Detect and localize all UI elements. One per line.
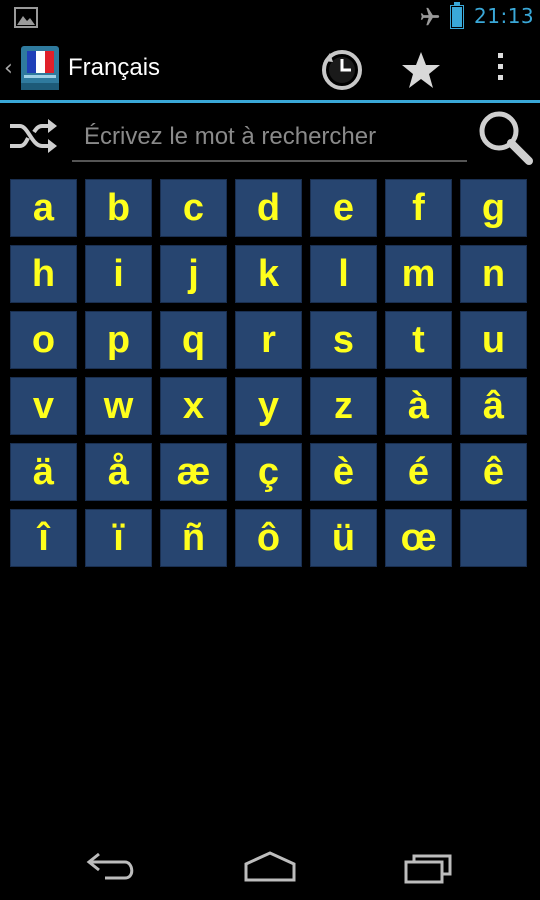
history-icon[interactable] — [321, 49, 363, 91]
gallery-notification-icon — [14, 7, 38, 28]
letter-key[interactable]: æ — [160, 443, 227, 501]
action-bar: ‹ Français — [0, 36, 540, 100]
letter-key[interactable]: é — [385, 443, 452, 501]
letter-key[interactable]: î — [10, 509, 77, 567]
letter-key[interactable]: d — [235, 179, 302, 237]
letter-key[interactable]: ê — [460, 443, 527, 501]
letter-key[interactable]: n — [460, 245, 527, 303]
letter-key[interactable]: f — [385, 179, 452, 237]
letter-key[interactable]: ñ — [160, 509, 227, 567]
letter-key[interactable]: œ — [385, 509, 452, 567]
letter-key[interactable]: ü — [310, 509, 377, 567]
letter-key[interactable]: v — [10, 377, 77, 435]
search-input[interactable] — [72, 114, 467, 160]
letter-key[interactable]: u — [460, 311, 527, 369]
letter-key[interactable]: z — [310, 377, 377, 435]
recent-apps-icon[interactable] — [402, 850, 458, 884]
letter-key[interactable]: ä — [10, 443, 77, 501]
action-bar-divider — [0, 100, 540, 103]
overflow-menu-icon[interactable] — [494, 53, 506, 85]
letter-key[interactable]: e — [310, 179, 377, 237]
letter-key[interactable]: r — [235, 311, 302, 369]
letter-key[interactable]: c — [160, 179, 227, 237]
battery-icon — [450, 2, 464, 29]
letter-key[interactable]: x — [160, 377, 227, 435]
letter-key[interactable]: w — [85, 377, 152, 435]
back-icon[interactable] — [85, 850, 141, 882]
french-dictionary-icon[interactable] — [20, 45, 60, 91]
letter-grid: abcdefg hijklmn opqrstu vwxyzàâ äåæçèéê îïñôü… — [10, 179, 531, 567]
app-title: Français — [68, 54, 161, 81]
letter-key[interactable]: h — [10, 245, 77, 303]
search-field[interactable] — [72, 114, 467, 162]
status-time: 21:13 — [474, 4, 535, 28]
up-navigation-icon[interactable]: ‹ — [4, 56, 13, 81]
letter-key[interactable]: i — [85, 245, 152, 303]
star-icon[interactable] — [401, 50, 441, 90]
letter-key[interactable]: å — [85, 443, 152, 501]
letter-key[interactable]: k — [235, 245, 302, 303]
letter-key[interactable]: s — [310, 311, 377, 369]
letter-key[interactable]: è — [310, 443, 377, 501]
status-bar: 21:13 — [0, 0, 540, 36]
navigation-bar — [0, 828, 540, 900]
letter-key[interactable]: j — [160, 245, 227, 303]
letter-key[interactable]: a — [10, 179, 77, 237]
search-icon[interactable] — [476, 108, 534, 166]
letter-key[interactable]: q — [160, 311, 227, 369]
letter-key[interactable]: ï — [85, 509, 152, 567]
letter-key[interactable]: â — [460, 377, 527, 435]
home-icon[interactable] — [242, 850, 298, 884]
letter-key[interactable]: t — [385, 311, 452, 369]
shuffle-icon[interactable] — [8, 116, 58, 156]
letter-key[interactable]: m — [385, 245, 452, 303]
letter-key[interactable]: l — [310, 245, 377, 303]
letter-key[interactable]: o — [10, 311, 77, 369]
letter-key[interactable]: à — [385, 377, 452, 435]
letter-key[interactable]: ç — [235, 443, 302, 501]
letter-key[interactable]: ô — [235, 509, 302, 567]
letter-key[interactable]: p — [85, 311, 152, 369]
letter-key[interactable]: b — [85, 179, 152, 237]
airplane-mode-icon — [420, 7, 440, 26]
letter-key[interactable]: y — [235, 377, 302, 435]
letter-key[interactable]: g — [460, 179, 527, 237]
empty-key — [460, 509, 527, 567]
